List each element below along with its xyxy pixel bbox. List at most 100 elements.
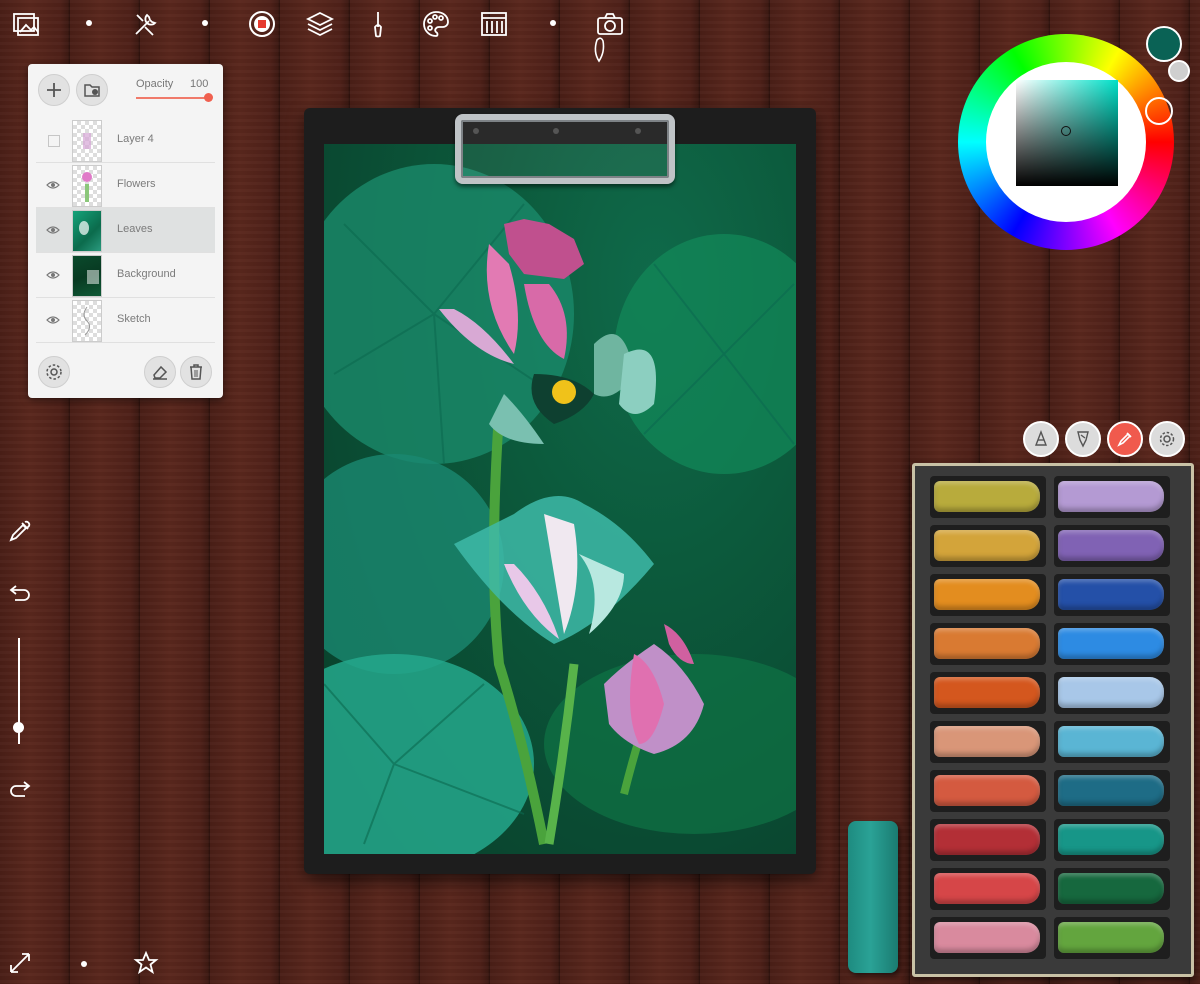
previous-color-swatch[interactable] <box>1168 60 1190 82</box>
current-color-swatch[interactable] <box>1146 26 1182 62</box>
tools-icon[interactable] <box>128 6 164 42</box>
record-icon[interactable] <box>244 6 280 42</box>
drawing-canvas[interactable] <box>324 144 796 854</box>
pastel-stick[interactable] <box>1058 824 1164 855</box>
pastel-slot <box>930 868 1046 910</box>
pastel-stick[interactable] <box>934 726 1040 757</box>
star-icon[interactable] <box>131 948 161 978</box>
pastel-stick[interactable] <box>1058 726 1164 757</box>
layer-row-flowers[interactable]: Flowers <box>36 163 215 208</box>
eye-icon[interactable] <box>46 223 60 237</box>
brush-size-knob[interactable] <box>13 722 24 733</box>
layer-row-layer-4[interactable]: Layer 4 <box>36 118 215 163</box>
eye-icon[interactable] <box>46 313 60 327</box>
pastel-stick[interactable] <box>1058 628 1164 659</box>
brush-icon[interactable] <box>360 6 396 42</box>
pastel-slot <box>930 623 1046 665</box>
pastel-stick[interactable] <box>1058 873 1164 904</box>
layer-name: Background <box>117 268 176 280</box>
pastel-slot <box>930 476 1046 518</box>
pastel-slot <box>1054 476 1170 518</box>
eye-icon[interactable] <box>46 268 60 282</box>
layer-settings-button[interactable] <box>38 356 70 388</box>
folder-add-icon <box>84 84 100 97</box>
toolbar-separator-dot <box>86 20 92 26</box>
layer-name: Sketch <box>117 313 151 325</box>
palette-icon[interactable] <box>418 6 454 42</box>
eyedropper-tip-icon[interactable] <box>1107 421 1143 457</box>
pastel-slot <box>1054 819 1170 861</box>
layer-name: Layer 4 <box>117 133 154 145</box>
pastel-stick[interactable] <box>1058 579 1164 610</box>
pastel-stick[interactable] <box>934 824 1040 855</box>
toolbar-separator-dot <box>81 961 87 967</box>
layers-icon[interactable] <box>302 6 338 42</box>
lotus-painting <box>324 164 796 854</box>
pastel-slot <box>1054 623 1170 665</box>
eyedropper-icon[interactable] <box>5 516 35 546</box>
blend-tip-icon[interactable] <box>1065 421 1101 457</box>
loose-pastel-stick[interactable] <box>848 821 898 973</box>
clip-rivet <box>473 128 479 134</box>
pastel-slot <box>1054 721 1170 763</box>
pastel-slot <box>930 819 1046 861</box>
layer-row-sketch[interactable]: Sketch <box>36 298 215 343</box>
layer-thumbnail <box>72 165 102 207</box>
eye-icon[interactable] <box>46 178 60 192</box>
sv-cursor[interactable] <box>1061 126 1071 136</box>
clip-rivet <box>553 128 559 134</box>
pastel-stick[interactable] <box>1058 922 1164 953</box>
pastel-stick[interactable] <box>934 873 1040 904</box>
pastel-stick[interactable] <box>934 775 1040 806</box>
layer-row-leaves[interactable]: Leaves <box>36 208 215 253</box>
layer-thumbnail <box>72 300 102 342</box>
redo-icon[interactable] <box>5 774 35 804</box>
pastel-slot <box>930 574 1046 616</box>
toolbar-separator-dot <box>202 20 208 26</box>
pastel-stick[interactable] <box>934 922 1040 953</box>
pastel-stick[interactable] <box>1058 530 1164 561</box>
settings-icon[interactable] <box>1149 421 1185 457</box>
pastel-slot <box>930 721 1046 763</box>
pastel-stick[interactable] <box>934 579 1040 610</box>
pastel-stick[interactable] <box>1058 677 1164 708</box>
trash-icon <box>190 364 202 380</box>
opacity-slider[interactable] <box>136 97 210 99</box>
opacity-label: Opacity <box>136 78 174 90</box>
pastel-slot <box>1054 917 1170 959</box>
gallery-icon[interactable] <box>8 6 44 42</box>
pastel-slot <box>1054 672 1170 714</box>
opacity-slider-knob[interactable] <box>204 93 213 102</box>
clip-rivet <box>635 128 641 134</box>
layer-visibility-checkbox[interactable] <box>46 133 60 147</box>
layer-thumbnail <box>72 210 102 252</box>
add-group-button[interactable] <box>76 74 108 106</box>
pastel-stick[interactable] <box>1058 775 1164 806</box>
opacity-value: 100 <box>190 78 209 90</box>
pastel-box <box>912 463 1194 977</box>
pastel-stick[interactable] <box>934 628 1040 659</box>
pastel-set-icon[interactable] <box>476 6 512 42</box>
pastel-stick[interactable] <box>1058 481 1164 512</box>
eraser-icon <box>153 365 168 380</box>
undo-icon[interactable] <box>5 578 35 608</box>
layer-row-background[interactable]: Background <box>36 253 215 298</box>
pastel-stick[interactable] <box>934 530 1040 561</box>
layer-name: Leaves <box>117 223 153 235</box>
layer-name: Flowers <box>117 178 156 190</box>
pastel-slot <box>1054 574 1170 616</box>
pastel-slot <box>1054 770 1170 812</box>
hue-cursor[interactable] <box>1145 97 1173 125</box>
pastel-slot <box>1054 525 1170 567</box>
gear-icon <box>46 364 62 380</box>
layer-thumbnail <box>72 120 102 162</box>
clipboard-clip <box>455 114 675 184</box>
delete-layer-button[interactable] <box>180 356 212 388</box>
pastel-slot <box>1054 868 1170 910</box>
pencil-tip-icon[interactable] <box>1023 421 1059 457</box>
pastel-stick[interactable] <box>934 677 1040 708</box>
pastel-stick[interactable] <box>934 481 1040 512</box>
add-layer-button[interactable] <box>38 74 70 106</box>
fullscreen-icon[interactable] <box>5 948 35 978</box>
clear-layer-button[interactable] <box>144 356 176 388</box>
